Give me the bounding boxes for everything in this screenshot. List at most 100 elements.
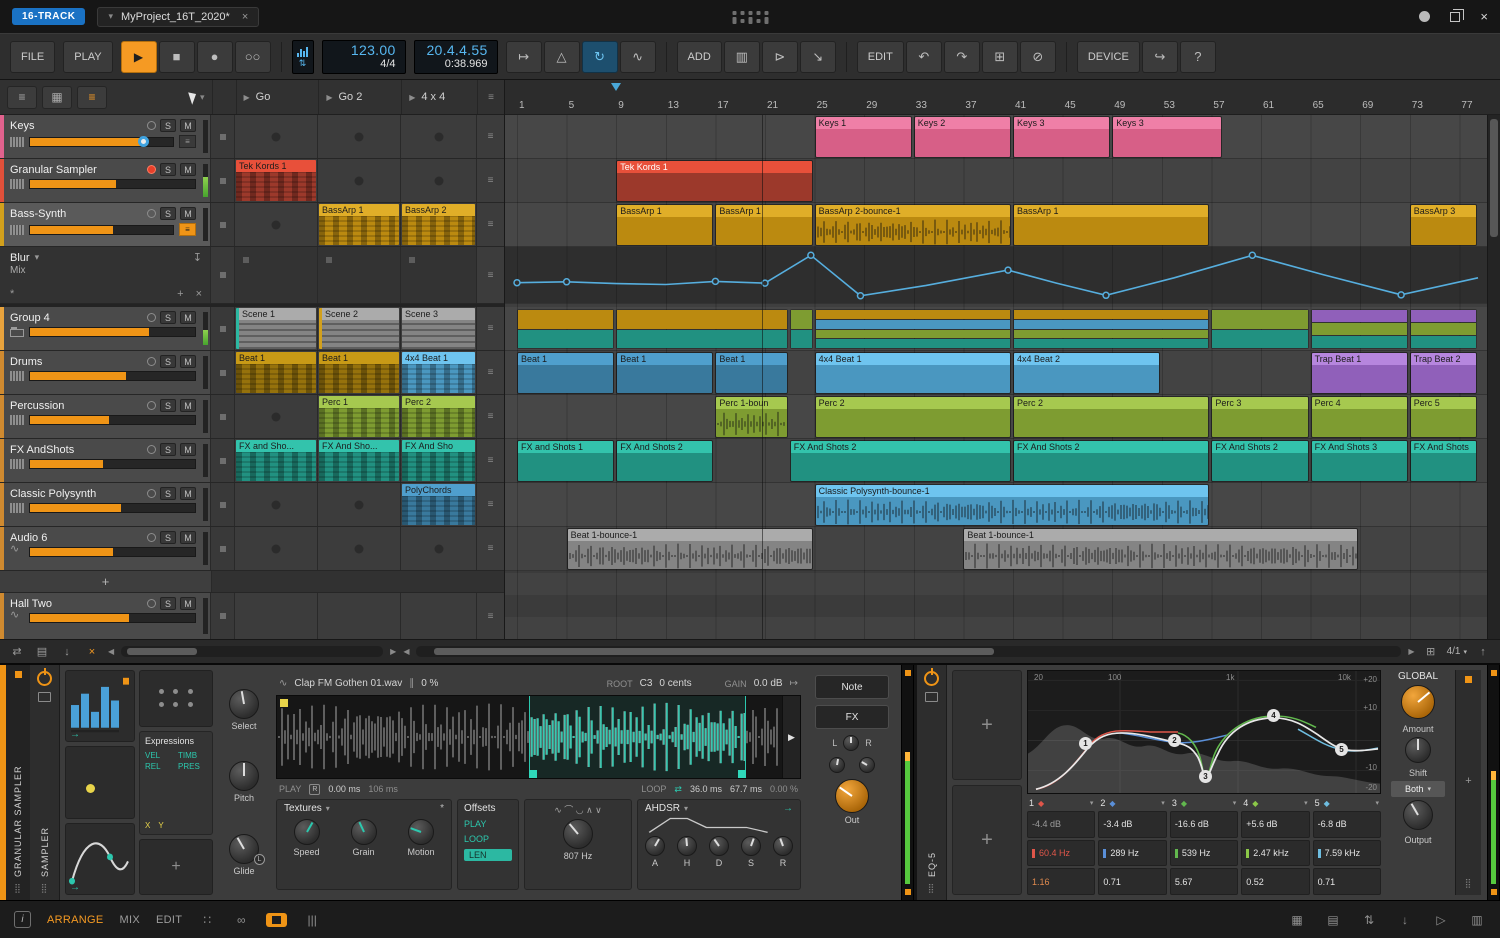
position-display[interactable]: 20.4.4.55 0:38.969 — [413, 39, 498, 74]
clip-stop-button[interactable] — [211, 395, 235, 438]
sustain-knob[interactable] — [741, 836, 761, 856]
launcher-clip[interactable]: PolyChords — [402, 484, 475, 525]
launcher-cell[interactable] — [401, 115, 477, 158]
launcher-cell[interactable] — [318, 483, 401, 526]
track-lane-options-button[interactable]: ≡ — [477, 593, 504, 639]
stop-all-column[interactable] — [211, 80, 236, 114]
record-arm-button[interactable] — [147, 209, 156, 218]
stretch-value[interactable]: 0 % — [421, 678, 438, 689]
add-automation-lane-button[interactable]: + — [177, 288, 183, 300]
launcher-cell[interactable]: Scene 2 — [318, 307, 401, 350]
volume-fader[interactable] — [29, 503, 196, 513]
expression-vel[interactable]: VEL — [145, 751, 174, 760]
clip-stop-button[interactable] — [211, 483, 235, 526]
grip-icon[interactable]: ⣿ — [1465, 878, 1473, 889]
attack-knob[interactable] — [645, 836, 665, 856]
track-header[interactable]: Hall Two S M — [0, 593, 211, 639]
steps-modulator[interactable]: → — [65, 670, 135, 743]
add-marker-icon[interactable]: ⊳ — [761, 40, 798, 73]
launcher-cell[interactable]: Perc 1 — [318, 395, 401, 438]
track-lane-options-button[interactable]: ≡ — [477, 527, 504, 570]
length-value[interactable]: 106 ms — [368, 784, 398, 794]
automation-point[interactable] — [1004, 266, 1012, 274]
scene-header-go[interactable]: ▶ Go — [235, 80, 319, 114]
arranger-clip[interactable]: Classic Polysynth-bounce-1 — [814, 484, 1210, 526]
launcher-cell[interactable]: FX And Sho... — [318, 439, 401, 482]
keytrack-knob[interactable] — [859, 757, 875, 773]
group-clip-segment[interactable] — [517, 309, 615, 349]
arranger-clip[interactable]: Beat 1 — [616, 352, 714, 394]
play-button[interactable]: ▶ — [120, 40, 157, 73]
shift-knob[interactable] — [1405, 737, 1431, 763]
solo-button[interactable]: S — [160, 163, 176, 176]
solo-button[interactable]: S — [160, 399, 176, 412]
automation-point[interactable] — [711, 277, 720, 286]
expand-automation-button[interactable]: ≡ — [179, 223, 196, 236]
arranger-clip[interactable]: BassArp 3 — [1409, 204, 1478, 246]
launcher-cell[interactable] — [235, 593, 318, 639]
launcher-clip[interactable]: Beat 1 — [236, 352, 316, 393]
volume-fader[interactable] — [29, 135, 174, 147]
zoom-control[interactable]: 4/1 ▾ — [1447, 646, 1467, 657]
eq-band-selector[interactable]: 4 ◆ ▾ — [1241, 797, 1309, 809]
add-menu-button[interactable]: ADD — [676, 40, 722, 73]
arranger-clip[interactable]: Perc 4 — [1310, 396, 1408, 438]
group-clip-segment[interactable] — [789, 309, 813, 349]
launcher-cell[interactable] — [401, 527, 477, 570]
env-route-icon[interactable]: → — [783, 803, 793, 814]
xy-modulator[interactable] — [65, 746, 135, 819]
launcher-cell[interactable] — [318, 159, 401, 202]
drag-grip-icon[interactable]: ⣿ — [14, 883, 22, 894]
download-icon[interactable]: ↓ — [1396, 912, 1414, 928]
vertical-scroll-thumb[interactable] — [1490, 119, 1498, 237]
solo-button[interactable]: S — [160, 207, 176, 220]
automation-curve[interactable] — [505, 247, 1487, 304]
band-shape-icon[interactable]: ◆ — [1038, 799, 1044, 808]
launcher-clip[interactable]: BassArp 1 — [319, 204, 399, 245]
track-lane-options-button[interactable]: ≡ — [477, 483, 504, 526]
snap-settings-icon[interactable]: ⊞ — [1422, 645, 1440, 658]
scroll-left-icon[interactable]: ◀ — [108, 647, 114, 656]
arranger-clip[interactable]: Keys 3 — [1013, 116, 1111, 158]
freeze-icon[interactable]: * — [440, 803, 444, 814]
amount-knob[interactable] — [1401, 685, 1435, 719]
launcher-clip[interactable]: Tek Kords 1 — [236, 160, 316, 201]
track-row[interactable]: Group 4 S M Scene 1 Scene 2 Scene 3 ≡ — [0, 307, 504, 351]
launcher-cell[interactable]: Scene 1 — [235, 307, 318, 350]
sample-marker[interactable] — [280, 699, 288, 707]
mode-dropdown[interactable]: Both ▾ — [1391, 781, 1445, 797]
decay-knob[interactable] — [709, 836, 729, 856]
glide-knob[interactable]: L — [229, 833, 265, 865]
track-lane-options-button[interactable]: ≡ — [477, 159, 504, 202]
tempo-tap-icon[interactable]: ⇅ — [291, 39, 314, 74]
record-arm-button[interactable] — [147, 489, 156, 498]
timeline-ruler[interactable]: 1 5 9 13 17 21 25 29 33 37 41 45 49 53 57 61 65 69 73 77 — [505, 80, 1500, 115]
grain-freq-value[interactable]: 807 Hz — [564, 851, 593, 861]
scene-play-icon[interactable]: ▶ — [326, 93, 332, 102]
launcher-cell[interactable] — [318, 247, 401, 303]
volume-fader[interactable] — [29, 327, 196, 337]
launcher-cell[interactable]: Perc 2 — [401, 395, 477, 438]
track-header[interactable]: Audio 6 SM — [0, 527, 211, 570]
eq-gain-value[interactable]: -4.4 dB — [1027, 811, 1096, 838]
close-panel-icon[interactable]: × — [83, 646, 101, 658]
expression-rel[interactable]: REL — [145, 762, 174, 771]
launcher-clip[interactable]: Perc 1 — [319, 396, 399, 437]
select-knob[interactable] — [229, 689, 259, 720]
position-value[interactable]: 20.4.4.55 — [426, 43, 487, 58]
track-header[interactable]: FX AndShots S M — [0, 439, 211, 482]
eq-q-value[interactable]: 0.71 — [1098, 868, 1167, 896]
clip-stop-button[interactable] — [211, 159, 235, 202]
loop-region[interactable] — [529, 696, 746, 778]
velocity-knob[interactable] — [829, 757, 845, 773]
link-displays-icon[interactable]: ∞ — [232, 912, 250, 928]
launcher-cell[interactable]: Scene 3 — [401, 307, 477, 350]
device-chain-column[interactable]: GRANULAR SAMPLER ⣿ — [6, 665, 30, 900]
project-tab[interactable]: ▾ MyProject_16T_2020* × — [97, 6, 260, 27]
add-device-slot[interactable]: + — [952, 785, 1022, 895]
expression-pres[interactable]: PRES — [178, 762, 207, 771]
launcher-clip[interactable]: BassArp 2 — [402, 204, 475, 245]
volume-fader[interactable] — [29, 547, 196, 557]
arranger-clip[interactable]: Keys 1 — [814, 116, 912, 158]
group-clip-segment[interactable] — [814, 309, 1011, 349]
